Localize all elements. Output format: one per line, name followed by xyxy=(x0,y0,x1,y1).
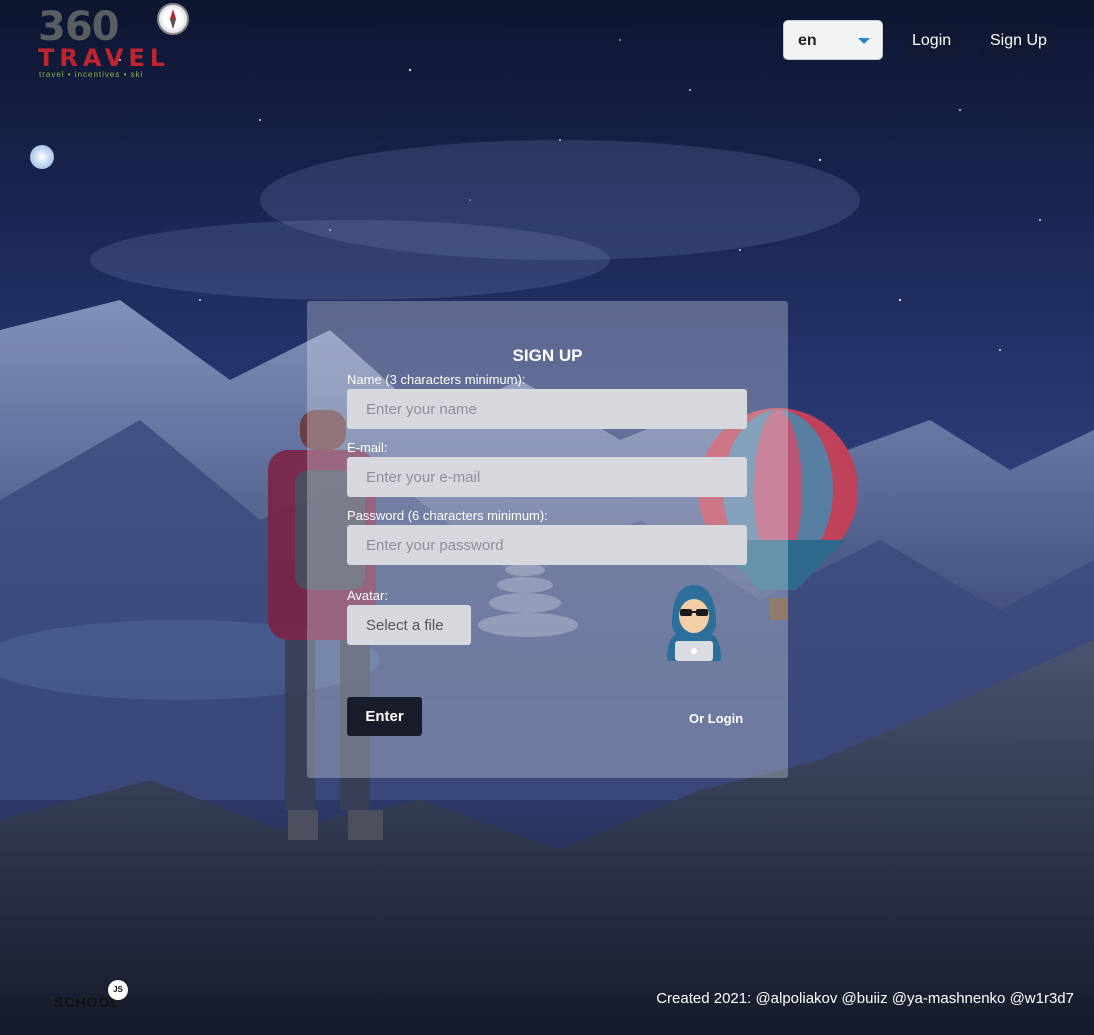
nav-login-button[interactable]: Login xyxy=(904,22,962,60)
language-selected: en xyxy=(798,32,817,49)
footer-credits: Created 2021: @alpoliakov @buiiz @ya-mas… xyxy=(656,990,1074,1007)
select-file-button[interactable]: Select a file xyxy=(347,605,471,645)
language-select[interactable]: en xyxy=(783,20,883,60)
compass-icon xyxy=(157,3,189,35)
password-label: Password (6 characters minimum): xyxy=(347,508,548,523)
logo-word: TRAVEL xyxy=(38,44,171,72)
password-field[interactable] xyxy=(347,525,747,565)
logo-tagline: travel • incentives • ski xyxy=(39,70,144,79)
name-label: Name (3 characters minimum): xyxy=(347,372,526,387)
js-badge: JS xyxy=(108,980,128,1000)
brand-logo[interactable]: 360 TRAVEL travel • incentives • ski xyxy=(38,3,190,82)
or-login-link[interactable]: Or Login xyxy=(689,711,743,726)
nav-signup-button[interactable]: Sign Up xyxy=(982,22,1054,60)
name-field[interactable] xyxy=(347,389,747,429)
form-title: SIGN UP xyxy=(512,346,583,365)
email-label: E-mail: xyxy=(347,440,388,455)
email-field[interactable] xyxy=(347,457,747,497)
school-logo[interactable]: SCHOOL JS xyxy=(50,980,140,1016)
caret-down-icon xyxy=(858,38,870,44)
enter-button[interactable]: Enter xyxy=(347,697,422,736)
signup-card: SIGN UP Name (3 characters minimum): E-m… xyxy=(307,301,788,778)
avatar-label: Avatar: xyxy=(347,588,388,603)
hacker-avatar-icon xyxy=(667,585,721,661)
